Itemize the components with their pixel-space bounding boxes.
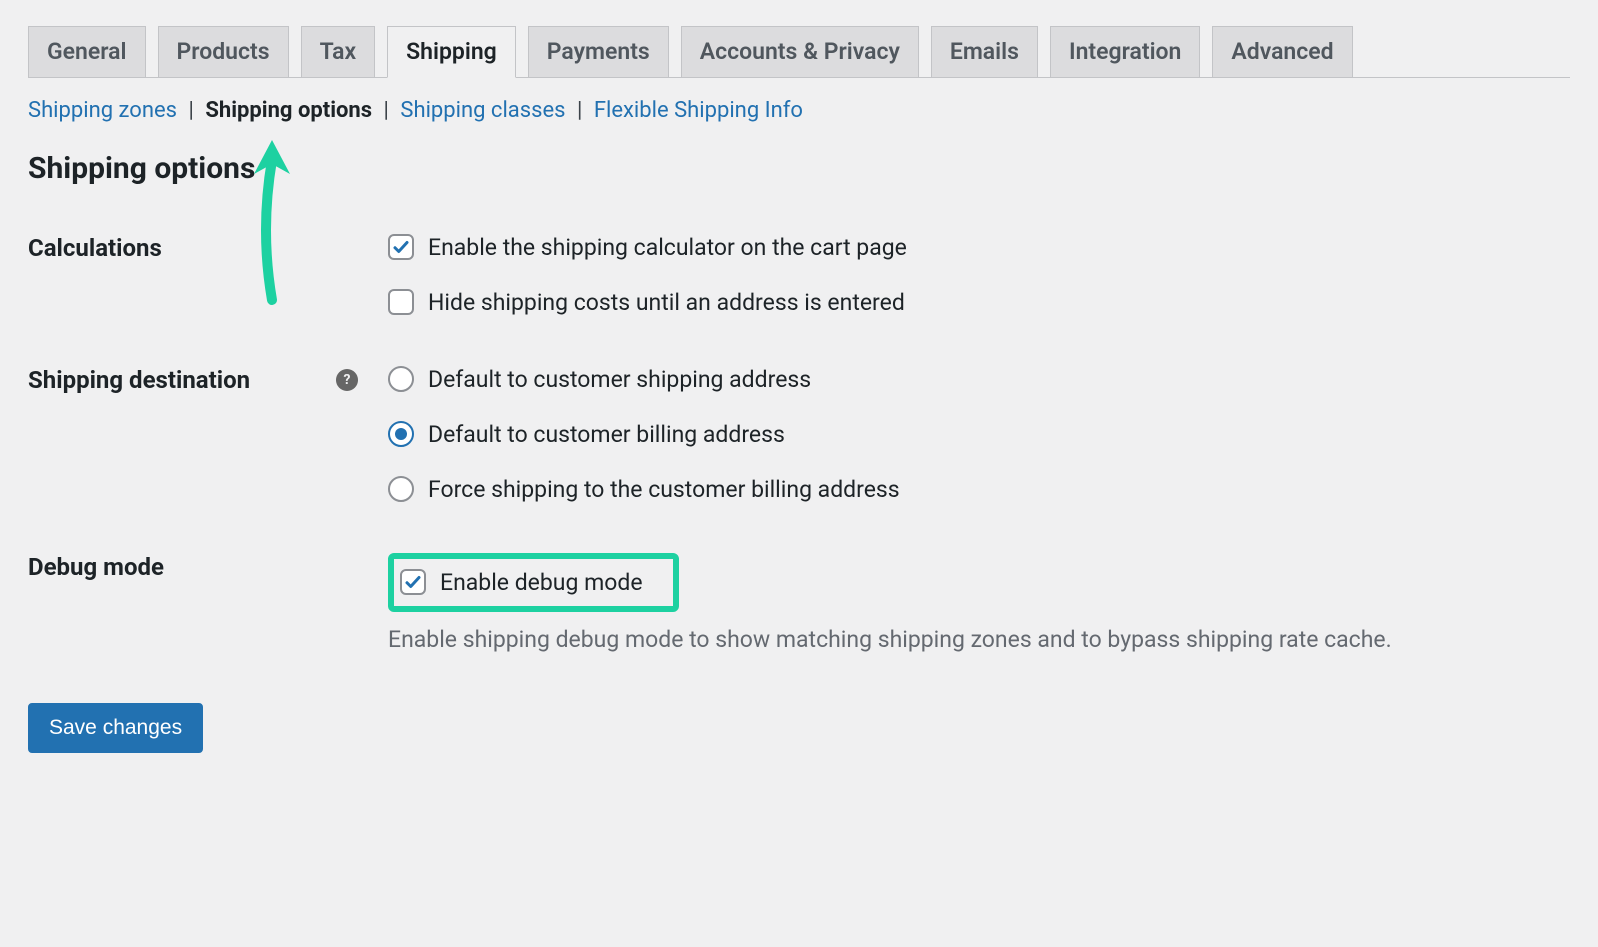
main-tabs: General Products Tax Shipping Payments A… [28, 26, 1570, 78]
label-calculations: Calculations [28, 234, 388, 262]
subtab-shipping-zones[interactable]: Shipping zones [28, 98, 177, 123]
tab-accounts-privacy[interactable]: Accounts & Privacy [681, 26, 919, 78]
option-default-billing[interactable]: Default to customer billing address [388, 421, 1570, 448]
tab-emails[interactable]: Emails [931, 26, 1038, 78]
tab-tax[interactable]: Tax [301, 26, 376, 78]
radio-default-billing[interactable] [388, 421, 414, 447]
separator: | [384, 98, 389, 123]
option-default-shipping-label: Default to customer shipping address [428, 366, 811, 393]
help-icon[interactable]: ? [336, 369, 358, 391]
option-enable-calculator[interactable]: Enable the shipping calculator on the ca… [388, 234, 1570, 261]
highlight-annotation: Enable debug mode [388, 553, 679, 612]
subtab-shipping-options[interactable]: Shipping options [205, 98, 372, 123]
debug-description: Enable shipping debug mode to show match… [388, 626, 1570, 653]
option-force-billing-label: Force shipping to the customer billing a… [428, 476, 900, 503]
option-hide-costs-label: Hide shipping costs until an address is … [428, 289, 905, 316]
radio-default-shipping[interactable] [388, 366, 414, 392]
checkbox-hide-costs[interactable] [388, 289, 414, 315]
label-shipping-destination: Shipping destination [28, 366, 250, 394]
separator: | [577, 98, 582, 123]
tab-products[interactable]: Products [158, 26, 289, 78]
option-enable-calculator-label: Enable the shipping calculator on the ca… [428, 234, 907, 261]
separator: | [188, 98, 193, 123]
option-default-shipping[interactable]: Default to customer shipping address [388, 366, 1570, 393]
option-default-billing-label: Default to customer billing address [428, 421, 785, 448]
option-hide-costs[interactable]: Hide shipping costs until an address is … [388, 289, 1570, 316]
label-debug-mode: Debug mode [28, 553, 388, 581]
page-title: Shipping options [28, 151, 1570, 186]
sub-tabs: Shipping zones | Shipping options | Ship… [28, 98, 1570, 123]
tab-payments[interactable]: Payments [528, 26, 669, 78]
option-enable-debug-label: Enable debug mode [440, 569, 643, 596]
tab-general[interactable]: General [28, 26, 146, 78]
tab-integration[interactable]: Integration [1050, 26, 1200, 78]
subtab-shipping-classes[interactable]: Shipping classes [400, 98, 565, 123]
radio-force-billing[interactable] [388, 476, 414, 502]
tab-shipping[interactable]: Shipping [387, 26, 516, 78]
row-calculations: Calculations Enable the shipping calcula… [28, 234, 1570, 316]
checkbox-enable-calculator[interactable] [388, 234, 414, 260]
option-force-billing[interactable]: Force shipping to the customer billing a… [388, 476, 1570, 503]
checkbox-enable-debug[interactable] [400, 569, 426, 595]
row-shipping-destination: Shipping destination ? Default to custom… [28, 366, 1570, 503]
row-debug-mode: Debug mode Enable debug mode Enable ship… [28, 553, 1570, 653]
subtab-flexible-shipping-info[interactable]: Flexible Shipping Info [594, 98, 803, 123]
save-button[interactable]: Save changes [28, 703, 203, 753]
tab-advanced[interactable]: Advanced [1212, 26, 1352, 78]
